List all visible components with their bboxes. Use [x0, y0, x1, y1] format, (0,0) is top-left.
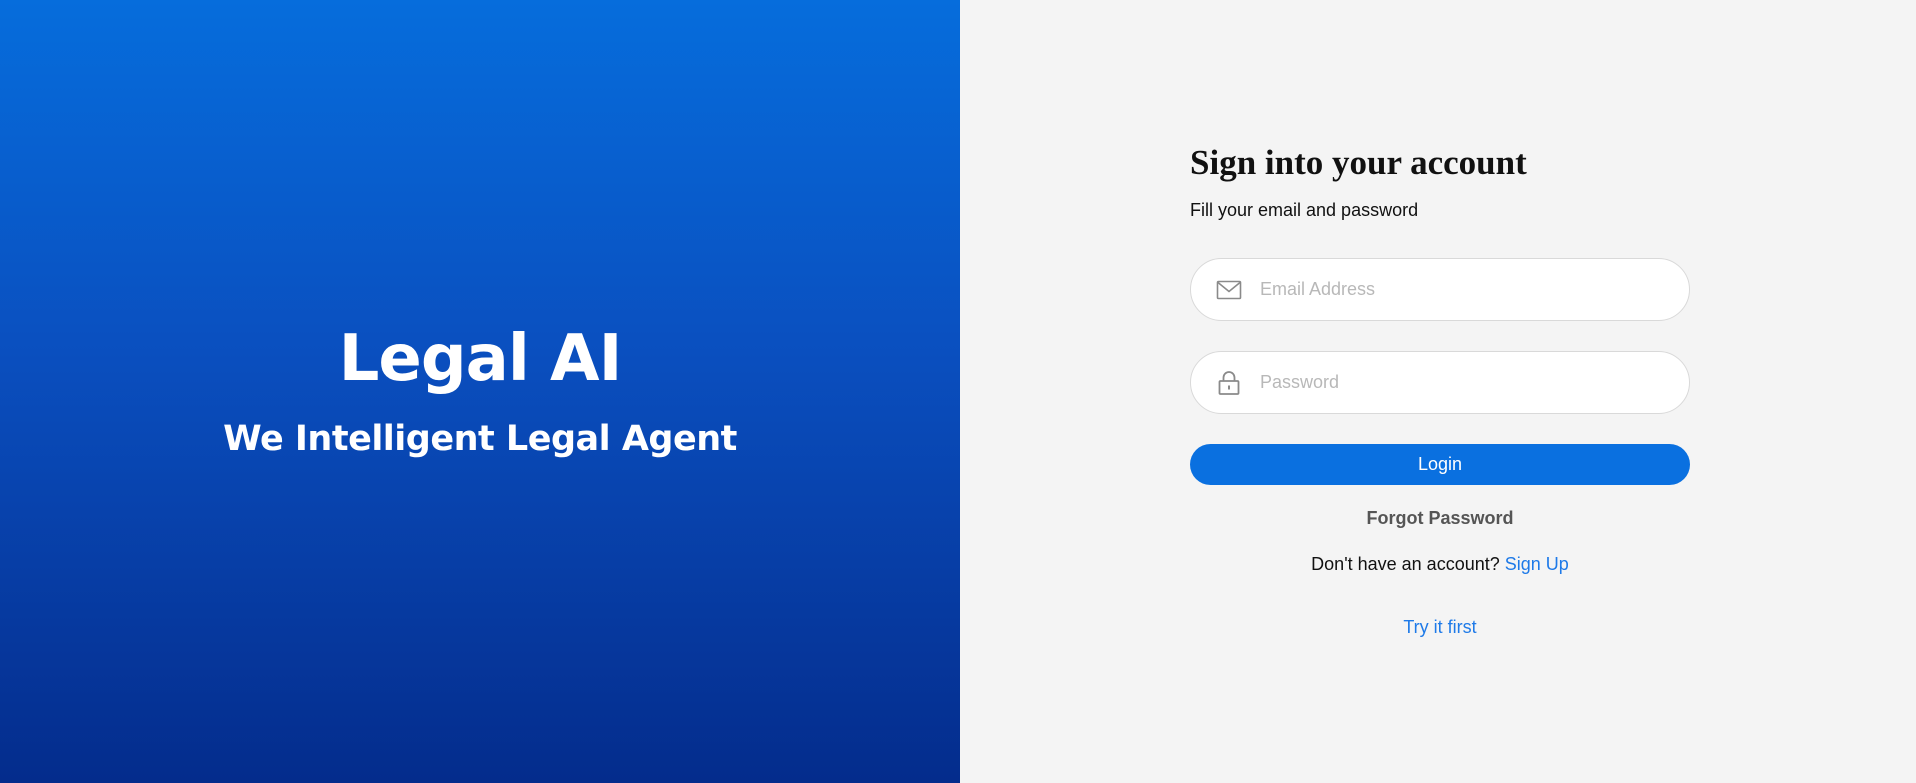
- login-panel: Sign into your account Fill your email a…: [960, 0, 1916, 783]
- login-form: Sign into your account Fill your email a…: [1190, 141, 1690, 638]
- login-button[interactable]: Login: [1190, 444, 1690, 485]
- try-it-first-link[interactable]: Try it first: [1190, 617, 1690, 638]
- hero-subtitle: We Intelligent Legal Agent: [223, 418, 737, 459]
- hero-panel: Legal AI We Intelligent Legal Agent: [0, 0, 960, 783]
- form-title: Sign into your account: [1190, 143, 1527, 182]
- no-account-text: Don't have an account?: [1311, 554, 1500, 574]
- password-field[interactable]: [1190, 351, 1690, 414]
- lock-icon: [1215, 369, 1243, 397]
- signup-prompt: Don't have an account? Sign Up: [1190, 554, 1690, 575]
- form-subtitle: Fill your email and password: [1190, 200, 1419, 220]
- password-input[interactable]: [1260, 352, 1689, 413]
- signup-link[interactable]: Sign Up: [1505, 554, 1569, 574]
- email-input[interactable]: [1260, 259, 1689, 320]
- email-field[interactable]: [1190, 258, 1690, 321]
- forgot-password-link[interactable]: Forgot Password: [1190, 508, 1690, 529]
- hero-title: Legal AI: [338, 321, 623, 396]
- mail-icon: [1215, 276, 1243, 304]
